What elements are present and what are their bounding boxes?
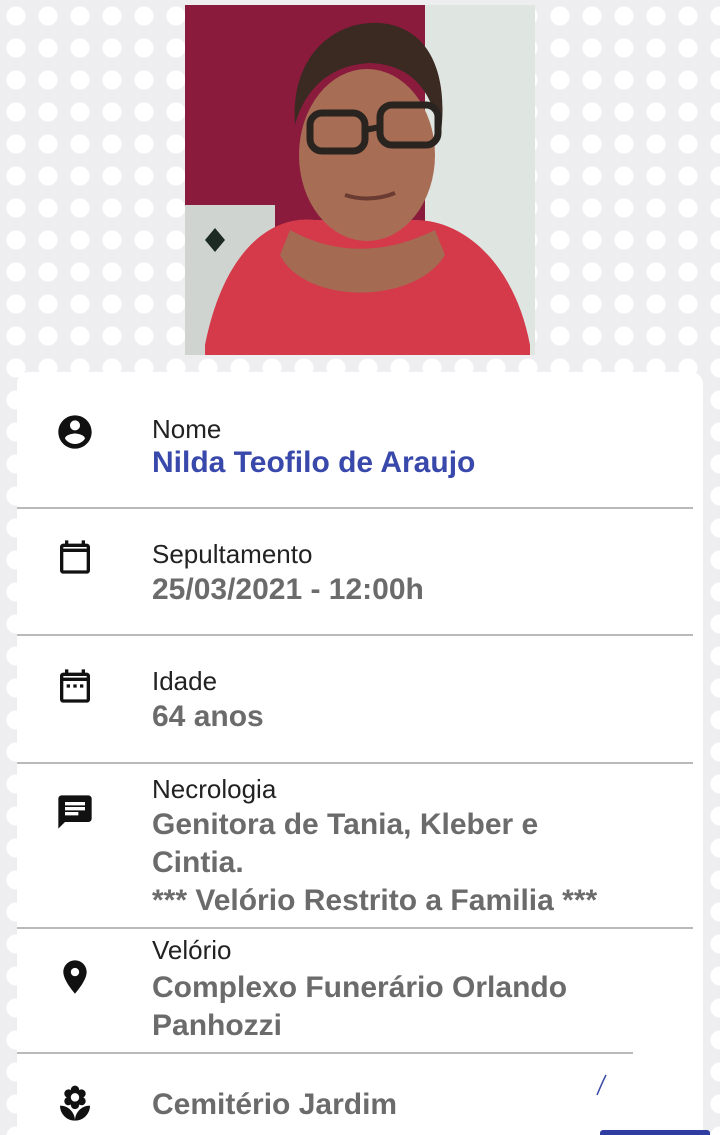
velorio-line: Complexo Funerário Orlando — [152, 971, 568, 1004]
scribble-mark — [596, 1074, 607, 1096]
velorio-line: Panhozzi — [152, 1009, 283, 1042]
idade-label: Idade — [152, 666, 218, 696]
necrologia-line: Genitora de Tania, Kleber e — [152, 808, 539, 841]
divider — [17, 507, 693, 509]
necrologia-line: *** Velório Restrito a Familia *** — [152, 884, 598, 917]
deceased-photo — [185, 5, 535, 355]
divider — [17, 634, 693, 636]
location-pin-icon — [55, 957, 95, 997]
divider — [17, 927, 693, 929]
account-circle-icon — [55, 412, 95, 452]
nome-value: Nilda Teofilo de Araujo — [152, 446, 476, 479]
corner-button-edge[interactable] — [600, 1130, 710, 1135]
idade-value: 64 anos — [152, 700, 264, 733]
sepultamento-label: Sepultamento — [152, 539, 313, 569]
nome-label: Nome — [152, 414, 222, 444]
necrologia-line: Cintia. — [152, 846, 244, 879]
calendar-icon — [55, 537, 95, 577]
necrologia-label: Necrologia — [152, 774, 277, 804]
message-icon — [55, 792, 95, 832]
velorio-value: Complexo Funerário Orlando Panhozzi — [152, 969, 672, 1045]
sepultamento-value: 25/03/2021 - 12:00h — [152, 573, 424, 606]
flower-icon — [55, 1084, 95, 1124]
velorio-label: Velório — [152, 935, 232, 965]
divider — [17, 762, 693, 764]
portrait-image — [185, 5, 535, 355]
info-card: Nome Nilda Teofilo de Araujo Sepultament… — [17, 372, 703, 1135]
divider — [17, 1052, 633, 1054]
necrologia-value: Genitora de Tania, Kleber e Cintia. *** … — [152, 806, 672, 920]
calendar-days-icon — [55, 666, 95, 706]
